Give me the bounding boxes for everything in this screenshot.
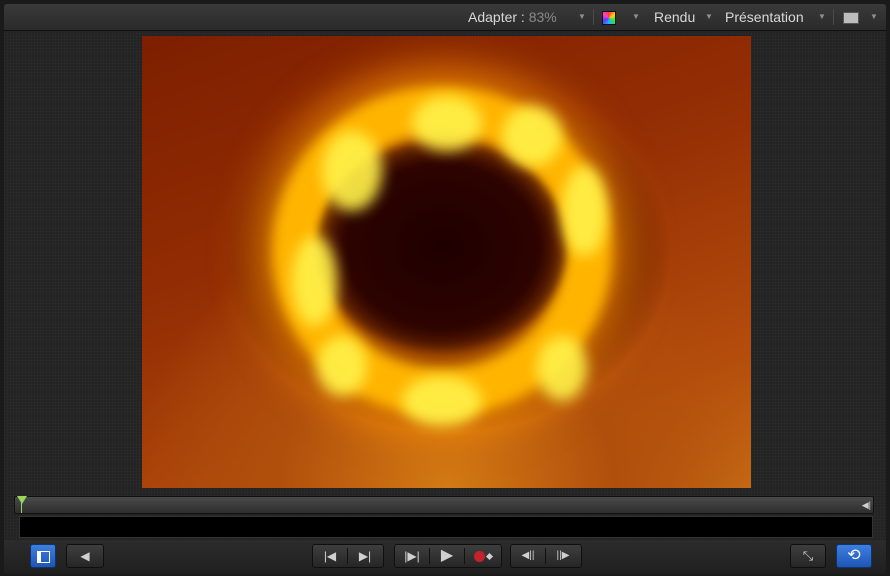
view-menu[interactable]: Présentation xyxy=(725,4,804,30)
step-forward-icon: ||▶ xyxy=(556,550,570,561)
play-icon: ▶ xyxy=(440,547,454,564)
glow-blob xyxy=(537,336,587,401)
glow-blob xyxy=(402,376,482,426)
play-button[interactable]: ▶ xyxy=(430,545,464,567)
fit-label: Adapter : xyxy=(468,9,525,25)
chevron-down-icon[interactable]: ▼ xyxy=(705,4,713,30)
toolbar-divider xyxy=(593,9,594,25)
mini-timeline-ruler[interactable]: ◀| xyxy=(14,496,874,514)
render-menu[interactable]: Rendu xyxy=(654,4,695,30)
go-to-end-button[interactable]: ▶| xyxy=(348,545,382,567)
chevron-down-icon[interactable]: ▼ xyxy=(578,4,586,30)
record-button[interactable] xyxy=(465,545,500,567)
frame-step-group: ◀|| ||▶ xyxy=(510,544,582,568)
canvas-viewer[interactable] xyxy=(142,36,751,488)
playback-group: |▶| ▶ xyxy=(394,544,502,568)
loop-icon: ⟲ xyxy=(847,547,861,564)
canvas-toolbar: Adapter : 83% ▼ ▼ Rendu ▼ Présentation ▼… xyxy=(4,4,886,31)
zoom-value: 83% xyxy=(528,9,557,25)
step-back-icon: ◀|| xyxy=(521,550,535,561)
speaker-icon: ◀ xyxy=(80,549,90,563)
audio-button[interactable]: ◀ xyxy=(66,544,104,568)
record-icon xyxy=(473,551,485,563)
skip-forward-icon: ▶| xyxy=(358,549,372,563)
layout-icon[interactable] xyxy=(843,12,859,24)
loop-playback-button[interactable]: ⟲ xyxy=(836,544,872,568)
glow-blob xyxy=(562,166,607,256)
skip-back-icon: |◀ xyxy=(323,549,337,563)
chevron-down-icon[interactable]: ▼ xyxy=(818,4,826,30)
play-from-start-button[interactable]: |▶| xyxy=(395,545,429,567)
expand-icon: ⤡ xyxy=(802,548,814,563)
zoom-fit-menu[interactable]: Adapter : 83% xyxy=(468,4,557,30)
chevron-down-icon[interactable]: ▼ xyxy=(870,4,878,30)
keyframe-icon xyxy=(485,553,493,561)
canvas-window: Adapter : 83% ▼ ▼ Rendu ▼ Présentation ▼… xyxy=(4,4,886,574)
glow-blob xyxy=(322,131,382,211)
previous-frame-button[interactable]: ◀|| xyxy=(511,545,545,567)
toolbar-divider xyxy=(833,9,834,25)
player-panel-icon xyxy=(36,550,50,563)
out-point-marker[interactable]: ◀| xyxy=(862,500,871,510)
glow-blob xyxy=(317,336,367,396)
go-to-start-button[interactable]: |◀ xyxy=(313,545,347,567)
show-player-button[interactable] xyxy=(30,544,56,568)
fullscreen-button[interactable]: ⤡ xyxy=(790,544,826,568)
glow-blob xyxy=(502,106,562,166)
glow-blob xyxy=(292,236,337,326)
mini-timeline-track[interactable] xyxy=(19,516,873,538)
play-range-icon: |▶| xyxy=(404,549,420,563)
transport-bar: ◀ |◀ ▶| |▶| ▶ ◀|| ||▶ ⤡ ⟲ xyxy=(4,540,886,574)
chevron-down-icon[interactable]: ▼ xyxy=(632,4,640,30)
playhead[interactable] xyxy=(17,496,27,504)
next-frame-button[interactable]: ||▶ xyxy=(546,545,580,567)
navigation-group: |◀ ▶| xyxy=(312,544,384,568)
glow-blob xyxy=(412,96,482,151)
color-wheel-icon[interactable] xyxy=(602,11,616,25)
